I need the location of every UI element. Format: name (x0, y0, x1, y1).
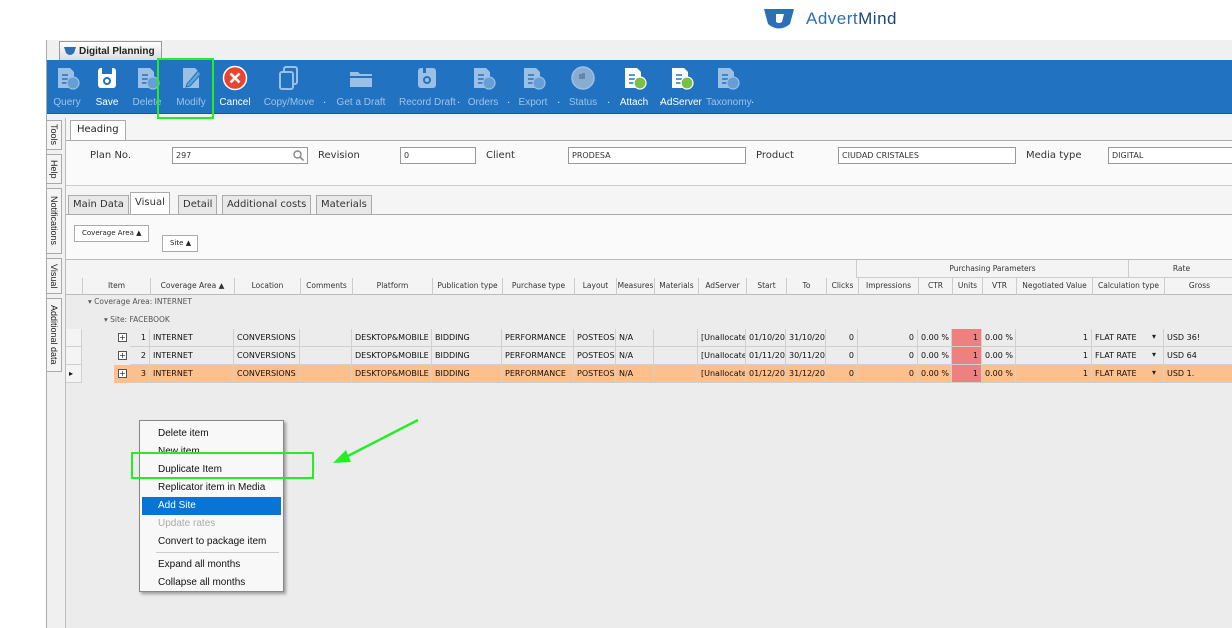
annotation-arrow (333, 418, 419, 463)
